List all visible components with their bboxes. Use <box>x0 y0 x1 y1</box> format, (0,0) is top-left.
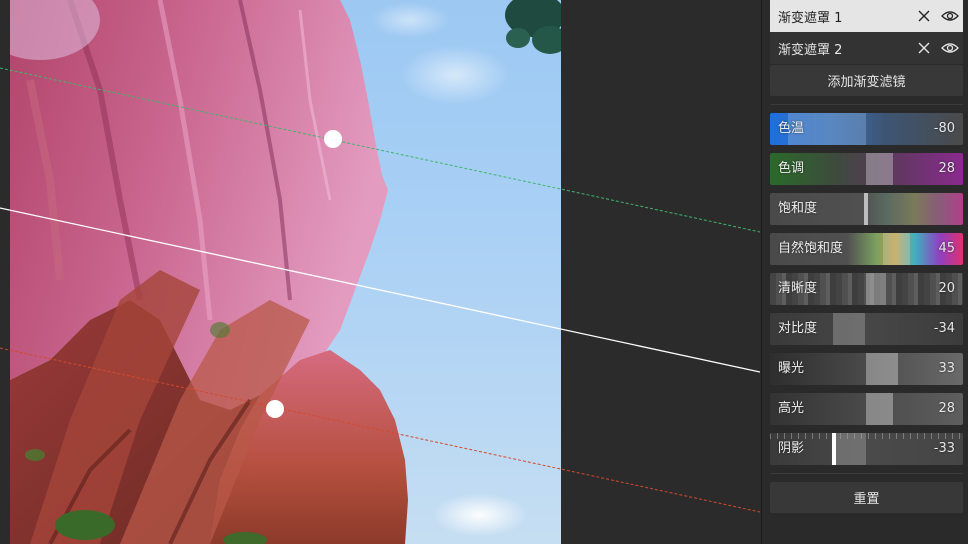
slider-tint[interactable]: 色调 28 <box>770 153 963 185</box>
slider-value: -34 <box>933 321 955 336</box>
slider-contrast[interactable]: 对比度 -34 <box>770 313 963 345</box>
divider <box>770 104 963 105</box>
slider-value: 45 <box>938 241 955 256</box>
eye-icon[interactable] <box>937 32 963 64</box>
gradient-handle-bottom[interactable] <box>266 400 284 418</box>
slider-value: 28 <box>938 161 955 176</box>
slider-shadows[interactable]: 阴影 -33 <box>770 433 963 465</box>
divider <box>770 473 963 474</box>
slider-label: 对比度 <box>778 321 818 336</box>
slider-value: 33 <box>938 361 955 376</box>
slider-saturation[interactable]: 饱和度 <box>770 193 963 225</box>
gradient-handle-top[interactable] <box>324 130 342 148</box>
mask-item-label: 渐变遮罩 1 <box>778 10 843 26</box>
slider-label: 自然饱和度 <box>778 241 844 256</box>
mask-item-1[interactable]: 渐变遮罩 1 <box>770 0 963 32</box>
slider-label: 曝光 <box>778 361 805 376</box>
slider-marker[interactable] <box>832 433 836 465</box>
slider-clarity[interactable]: 清晰度 20 <box>770 273 963 305</box>
slider-label: 高光 <box>778 401 805 416</box>
slider-label: 清晰度 <box>778 281 818 296</box>
slider-temperature[interactable]: 色温 -80 <box>770 113 963 145</box>
slider-label: 色温 <box>778 121 805 136</box>
add-gradient-filter-button[interactable]: 添加渐变滤镜 <box>770 65 963 96</box>
slider-exposure[interactable]: 曝光 33 <box>770 353 963 385</box>
close-icon[interactable] <box>911 0 937 32</box>
slider-label: 阴影 <box>778 441 805 456</box>
canvas-area[interactable] <box>0 0 760 544</box>
app-window: 渐变遮罩 1 渐变遮罩 2 添加渐变滤镜 色温 -80 色调 28 饱和度 自然… <box>0 0 968 544</box>
mask-item-label: 渐变遮罩 2 <box>778 42 843 58</box>
mask-item-2[interactable]: 渐变遮罩 2 <box>770 32 963 64</box>
eye-icon[interactable] <box>937 0 963 32</box>
close-icon[interactable] <box>911 32 937 64</box>
slider-value: -33 <box>933 441 955 456</box>
slider-value: 28 <box>938 401 955 416</box>
photo-canvas[interactable] <box>10 0 561 544</box>
slider-value: -80 <box>933 121 955 136</box>
reset-button[interactable]: 重置 <box>770 482 963 513</box>
slider-label: 色调 <box>778 161 805 176</box>
slider-value: 20 <box>938 281 955 296</box>
adjustment-panel: 渐变遮罩 1 渐变遮罩 2 添加渐变滤镜 色温 -80 色调 28 饱和度 自然… <box>761 0 968 544</box>
slider-vibrance[interactable]: 自然饱和度 45 <box>770 233 963 265</box>
photo-image <box>10 0 561 544</box>
slider-label: 饱和度 <box>778 201 818 216</box>
slider-highlights[interactable]: 高光 28 <box>770 393 963 425</box>
